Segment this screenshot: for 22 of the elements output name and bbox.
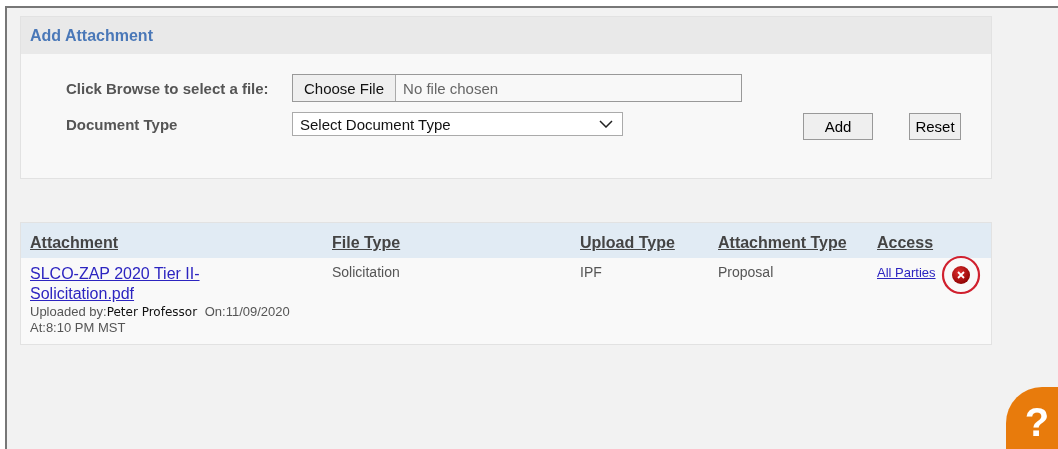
column-header[interactable]: Access (877, 234, 991, 252)
upload-info: Uploaded by:Peter Professor On:11/09/2020 At:8:10 PM MST (30, 304, 291, 335)
chevron-down-icon (599, 120, 613, 128)
delete-icon[interactable] (940, 255, 981, 295)
choose-file-button[interactable]: Choose File (293, 75, 397, 101)
file-link[interactable]: SLCO-ZAP 2020 Tier II-Solicitation.pdf (30, 264, 260, 304)
column-header[interactable]: Upload Type (580, 234, 718, 252)
reset-button[interactable]: Reset (909, 113, 961, 140)
document-type-select[interactable]: Select Document Type (292, 112, 623, 136)
table-cell-text: IPF (580, 263, 603, 282)
file-label: Click Browse to select a file: (66, 79, 270, 97)
column-header[interactable]: File Type (332, 234, 580, 252)
column-header[interactable]: Attachment (30, 234, 332, 252)
access-link[interactable]: All Parties (877, 262, 936, 280)
file-input[interactable]: Choose File No file chosen (292, 74, 742, 102)
column-header[interactable]: Attachment Type (718, 234, 877, 252)
table-cell-text: Solicitation (332, 263, 401, 282)
file-status: No file chosen (402, 78, 499, 99)
table-cell-text: Proposal (718, 263, 775, 282)
document-type-label: Document Type (66, 115, 179, 133)
panel-title: Add Attachment (30, 26, 153, 45)
add-button[interactable]: Add (803, 113, 873, 140)
